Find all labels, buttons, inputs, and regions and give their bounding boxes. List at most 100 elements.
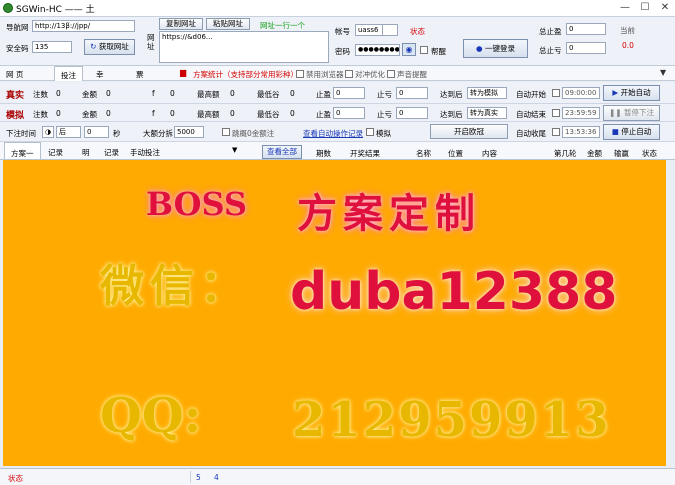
combine-optimize-label: 对冲优化 [355, 70, 385, 79]
view-auto-log-link[interactable]: 查看自动操作记录 [303, 128, 363, 139]
real-lowest-value: 0 [290, 89, 295, 98]
stop-auto-button[interactable]: ■ 停止自动 [603, 124, 660, 140]
minimize-button[interactable]: — [616, 1, 634, 15]
real-stopwin-input[interactable]: 0 [333, 87, 365, 99]
one-click-login-button[interactable]: ● 一键登录 [463, 39, 528, 58]
real-after-label: 达到后 [440, 90, 463, 99]
bigbet-label: 大额分拆 [143, 129, 173, 138]
sim-amount-value: 0 [106, 109, 111, 118]
total-stop-loss-input[interactable]: 0 [566, 42, 606, 54]
pause-bet-button[interactable]: ❚❚ 暂停下注 [603, 105, 660, 121]
lower-tab-records[interactable]: 记录 [48, 147, 63, 158]
sim-stoploss-input[interactable]: 0 [396, 107, 428, 119]
auto-end-label: 自动结束 [516, 110, 546, 119]
disable-browser-label: 禁用浏览器 [306, 70, 344, 79]
lower-tabs-bar: 方案一 记录 明 记录 手动投注 ▼ 查看全部 期数 开奖结果 名称 位置 内容… [0, 142, 675, 160]
tab-webpage[interactable]: 网 页 [6, 69, 23, 80]
auto-start-label: 自动开始 [516, 90, 546, 99]
safe-code-label: 安全码 [6, 44, 29, 53]
copy-url-button[interactable]: 复制网址 [159, 18, 203, 30]
view-all-button[interactable]: 查看全部 [262, 145, 302, 159]
sound-alert-checkbox[interactable] [387, 70, 395, 78]
tab-ticket[interactable]: 票 [136, 69, 144, 80]
start-auto-button[interactable]: ▶ 开始自动 [603, 85, 660, 101]
real-label: 真实 [6, 91, 25, 101]
stop-auto-label: 停止自动 [621, 127, 652, 136]
disable-browser-checkbox[interactable] [296, 70, 304, 78]
sim-stopwin-input[interactable]: 0 [333, 107, 365, 119]
url-side-label: 网址 [147, 33, 155, 51]
bigbet-input[interactable]: 5000 [174, 126, 204, 138]
lower-tab-dropdown-icon[interactable]: ▼ [232, 146, 237, 154]
status-field-2: 5 [196, 473, 201, 482]
sim-highest-label: 最高额 [197, 110, 220, 119]
sim-lowest-label: 最低谷 [257, 110, 280, 119]
total-stop-win-input[interactable]: 0 [566, 23, 606, 35]
plan-stats-link[interactable]: 方案统计（支持部分常用彩种） [193, 69, 298, 80]
current-value: 0.0 [622, 41, 634, 50]
main-tab-bar: 网 页 投注 幸 票 ▆ 方案统计（支持部分常用彩种） 禁用浏览器 对冲优化 声… [0, 65, 675, 81]
lower-tab-records-2[interactable]: 记录 [104, 147, 119, 158]
sim-p-label: f [152, 109, 155, 118]
real-stopwin-label: 止盈 [316, 90, 331, 99]
start-auto-label: 开始自动 [620, 88, 651, 97]
password-input[interactable]: ●●●●●●●●●● [355, 44, 400, 56]
total-stop-loss-label: 总止亏 [539, 46, 562, 55]
url-textarea[interactable]: https://&d06... [159, 31, 329, 63]
real-stoploss-input[interactable]: 0 [396, 87, 428, 99]
top-config-panel: 导航网 http://13β://jpp/ 安全码 135 ↻ 获取网址 网址 … [0, 17, 675, 65]
banner-wechat-label: 微信： [100, 261, 250, 312]
double-open-toggle[interactable]: 开启欧冠 [430, 124, 508, 139]
banner-qq-id: 212959913 [292, 392, 611, 448]
col-status: 状态 [642, 149, 657, 158]
tab-luck[interactable]: 幸 [96, 69, 104, 80]
sim-bets-label: 注数 [33, 110, 48, 119]
status-label: 状态 [8, 474, 23, 483]
lower-tab-detail[interactable]: 明 [82, 147, 90, 158]
real-after-select[interactable]: 转为模拟 [467, 87, 507, 99]
real-p-label: f [152, 89, 155, 98]
auto-start-checkbox[interactable] [552, 89, 560, 97]
sim-highest-value: 0 [230, 109, 235, 118]
mode-checkbox[interactable] [366, 128, 374, 136]
refresh-icon: ↻ [90, 42, 97, 51]
auto-end-time[interactable]: 23:59:59 [562, 107, 600, 119]
login-status-label: 状态 [410, 27, 425, 36]
real-highest-value: 0 [230, 89, 235, 98]
real-lowest-label: 最低谷 [257, 90, 280, 99]
sim-after-select[interactable]: 转为真实 [467, 107, 507, 119]
bar-chart-icon: ▆ [180, 68, 187, 77]
maximize-button[interactable]: ☐ [636, 1, 654, 15]
tabbar-dropdown-icon[interactable]: ▼ [660, 68, 666, 77]
bet-timing-select[interactable]: 后 [56, 126, 81, 138]
show-password-eye-icon[interactable]: ◉ [402, 43, 416, 56]
paste-url-button[interactable]: 粘贴网址 [206, 18, 250, 30]
auto-end-checkbox[interactable] [552, 109, 560, 117]
fetch-url-button[interactable]: ↻ 获取网址 [84, 39, 135, 55]
col-round: 第几轮 [554, 149, 577, 158]
banner-wechat-id: duba12388 [290, 262, 618, 322]
bet-time-mode-icon[interactable]: ◑ [42, 126, 54, 138]
safe-code-input[interactable]: 135 [32, 41, 72, 53]
lower-tab-plan[interactable]: 方案一 [4, 142, 41, 159]
banner-qq-label: QQ: [100, 388, 202, 444]
sim-label: 模拟 [6, 111, 25, 121]
title-bar: SGWin-HC —— 土 — ☐ ✕ [0, 0, 675, 17]
tab-bet[interactable]: 投注 [54, 66, 83, 81]
col-position: 位置 [448, 149, 463, 158]
skip-zero-checkbox[interactable] [222, 128, 230, 136]
lower-tab-manual-bet[interactable]: 手动投注 [130, 147, 160, 158]
current-label: 当前 [620, 26, 635, 35]
auto-stop-checkbox[interactable] [552, 128, 560, 136]
user-icon: ● [476, 44, 483, 53]
auto-start-time[interactable]: 09:00:00 [562, 87, 600, 99]
remember-checkbox[interactable] [420, 46, 428, 54]
bet-seconds-input[interactable]: 0 [84, 126, 109, 138]
real-row: 真实 注数 0 金额 0 f 0 最高额 0 最低谷 0 止盈 0 止亏 0 达… [0, 82, 675, 104]
nav-url-select[interactable]: http://13β://jpp/ [32, 20, 135, 32]
close-button[interactable]: ✕ [656, 1, 674, 15]
remember-label: 帮醒 [431, 47, 446, 56]
account-extra-input[interactable] [382, 24, 398, 36]
combine-optimize-checkbox[interactable] [345, 70, 353, 78]
auto-stop-time[interactable]: 13:53:36 [562, 126, 600, 138]
